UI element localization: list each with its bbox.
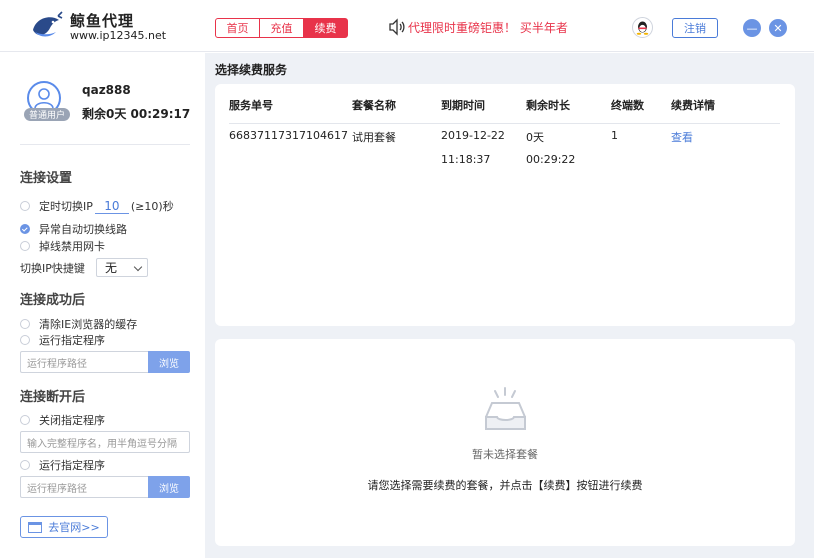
cell-order-id: 66837117317104617 xyxy=(229,129,348,142)
section-title-on-disconnect: 连接断开后 xyxy=(20,390,86,405)
connect-program-path-row: 运行程序路径 浏览 xyxy=(20,351,190,373)
cell-expire-date: 2019-12-22 xyxy=(441,129,505,142)
timed-switch-radio[interactable] xyxy=(20,201,30,211)
close-button[interactable]: ✕ xyxy=(769,19,787,37)
option-auto-switch[interactable]: 异常自动切换线路 xyxy=(20,221,127,237)
browser-window-icon xyxy=(28,521,43,533)
run-program-disconnect-radio[interactable] xyxy=(20,460,30,470)
hotkey-label: 切换IP快捷键 xyxy=(20,262,85,275)
cell-remain-time: 00:29:22 xyxy=(526,153,576,166)
cell-expire-time: 11:18:37 xyxy=(441,153,491,166)
run-program-connect-label: 运行指定程序 xyxy=(39,334,105,347)
option-disable-nic[interactable]: 掉线禁用网卡 xyxy=(20,238,105,254)
whale-logo-icon xyxy=(29,9,63,43)
auto-switch-radio[interactable] xyxy=(20,224,30,234)
renew-title: 选择续费服务 xyxy=(215,63,288,77)
view-detail-link[interactable]: 查看 xyxy=(671,129,693,145)
brand-name: 鲸鱼代理 xyxy=(70,12,135,30)
program-names-input[interactable]: 输入完整程序名，用半角逗号分隔 xyxy=(20,431,190,453)
run-program-disconnect-label: 运行指定程序 xyxy=(39,459,105,472)
empty-selection-panel: 暂未选择套餐 请您选择需要续费的套餐，并点击【续费】按钮进行续费 xyxy=(215,339,795,546)
user-level-badge: 普通用户 xyxy=(24,108,70,121)
hotkey-select[interactable]: 无 xyxy=(96,258,148,277)
clear-cache-radio[interactable] xyxy=(20,319,30,329)
username: qaz888 xyxy=(82,83,131,97)
column-header-plan: 套餐名称 xyxy=(352,99,396,112)
column-header-order-id: 服务单号 xyxy=(229,99,273,112)
nav-home[interactable]: 首页 xyxy=(215,18,260,38)
brand-url: www.ip12345.net xyxy=(70,29,167,42)
hotkey-value: 无 xyxy=(105,261,118,275)
option-timed-switch[interactable]: 定时切换IP 10 (≥10)秒 xyxy=(20,198,174,214)
official-site-button[interactable]: 去官网>> xyxy=(20,516,108,538)
empty-state-hint: 请您选择需要续费的套餐，并点击【续费】按钮进行续费 xyxy=(367,479,643,492)
header-divider xyxy=(229,123,780,124)
empty-state-text: 暂未选择套餐 xyxy=(472,448,538,461)
disable-nic-label: 掉线禁用网卡 xyxy=(39,240,105,253)
clear-cache-label: 清除IE浏览器的缓存 xyxy=(39,318,138,331)
empty-box-icon xyxy=(485,387,526,430)
minimize-button[interactable]: — xyxy=(743,19,761,37)
service-table: 服务单号 套餐名称 到期时间 剩余时长 终端数 续费详情 66837117317… xyxy=(215,84,795,326)
chevron-down-icon xyxy=(133,262,143,272)
disconnect-program-path-row: 运行程序路径 浏览 xyxy=(20,476,190,498)
cell-terminals: 1 xyxy=(611,129,618,142)
column-header-expire: 到期时间 xyxy=(441,99,485,112)
section-title-on-connect: 连接成功后 xyxy=(20,293,86,308)
disconnect-program-path-input[interactable]: 运行程序路径 xyxy=(20,476,148,498)
disable-nic-radio[interactable] xyxy=(20,241,30,251)
timed-switch-label: 定时切换IP xyxy=(39,200,93,213)
connect-browse-button[interactable]: 浏览 xyxy=(148,351,190,373)
remaining-time: 剩余0天 00:29:17 xyxy=(82,107,191,121)
column-header-detail: 续费详情 xyxy=(671,99,715,112)
switch-interval-input[interactable]: 10 xyxy=(94,199,129,214)
main-nav: 首页 充值 续费 xyxy=(215,18,348,38)
cell-plan: 试用套餐 xyxy=(352,131,396,144)
settings-sidebar: 普通用户 qaz888 剩余0天 00:29:17 连接设置 定时切换IP 10… xyxy=(0,53,205,558)
nav-renew[interactable]: 续费 xyxy=(303,18,348,38)
close-program-label: 关闭指定程序 xyxy=(39,414,105,427)
option-clear-cache[interactable]: 清除IE浏览器的缓存 xyxy=(20,316,137,332)
connect-program-path-input[interactable]: 运行程序路径 xyxy=(20,351,148,373)
section-title-connect-settings: 连接设置 xyxy=(20,171,73,186)
option-run-program-connect[interactable]: 运行指定程序 xyxy=(20,332,105,348)
column-header-terminals: 终端数 xyxy=(611,99,644,112)
logout-button[interactable]: 注销 xyxy=(672,18,718,38)
official-site-label: 去官网>> xyxy=(48,521,100,534)
column-header-remaining: 剩余时长 xyxy=(526,99,570,112)
title-bar: 鲸鱼代理 www.ip12345.net 首页 充值 续费 代理限时重磅钜惠！ … xyxy=(0,0,814,52)
close-program-radio[interactable] xyxy=(20,415,30,425)
divider xyxy=(20,144,190,145)
timed-switch-suffix: (≥10)秒 xyxy=(130,200,174,213)
run-program-connect-radio[interactable] xyxy=(20,335,30,345)
speaker-icon xyxy=(389,18,405,36)
announcement-marquee[interactable]: 代理限时重磅钜惠！ 买半年者 xyxy=(408,19,573,36)
nav-recharge[interactable]: 充值 xyxy=(259,18,304,38)
qq-support-icon[interactable] xyxy=(632,17,653,38)
option-run-program-disconnect[interactable]: 运行指定程序 xyxy=(20,457,105,473)
auto-switch-label: 异常自动切换线路 xyxy=(39,223,127,236)
disconnect-browse-button[interactable]: 浏览 xyxy=(148,476,190,498)
option-close-program[interactable]: 关闭指定程序 xyxy=(20,412,105,428)
cell-remain-days: 0天 xyxy=(526,131,544,144)
